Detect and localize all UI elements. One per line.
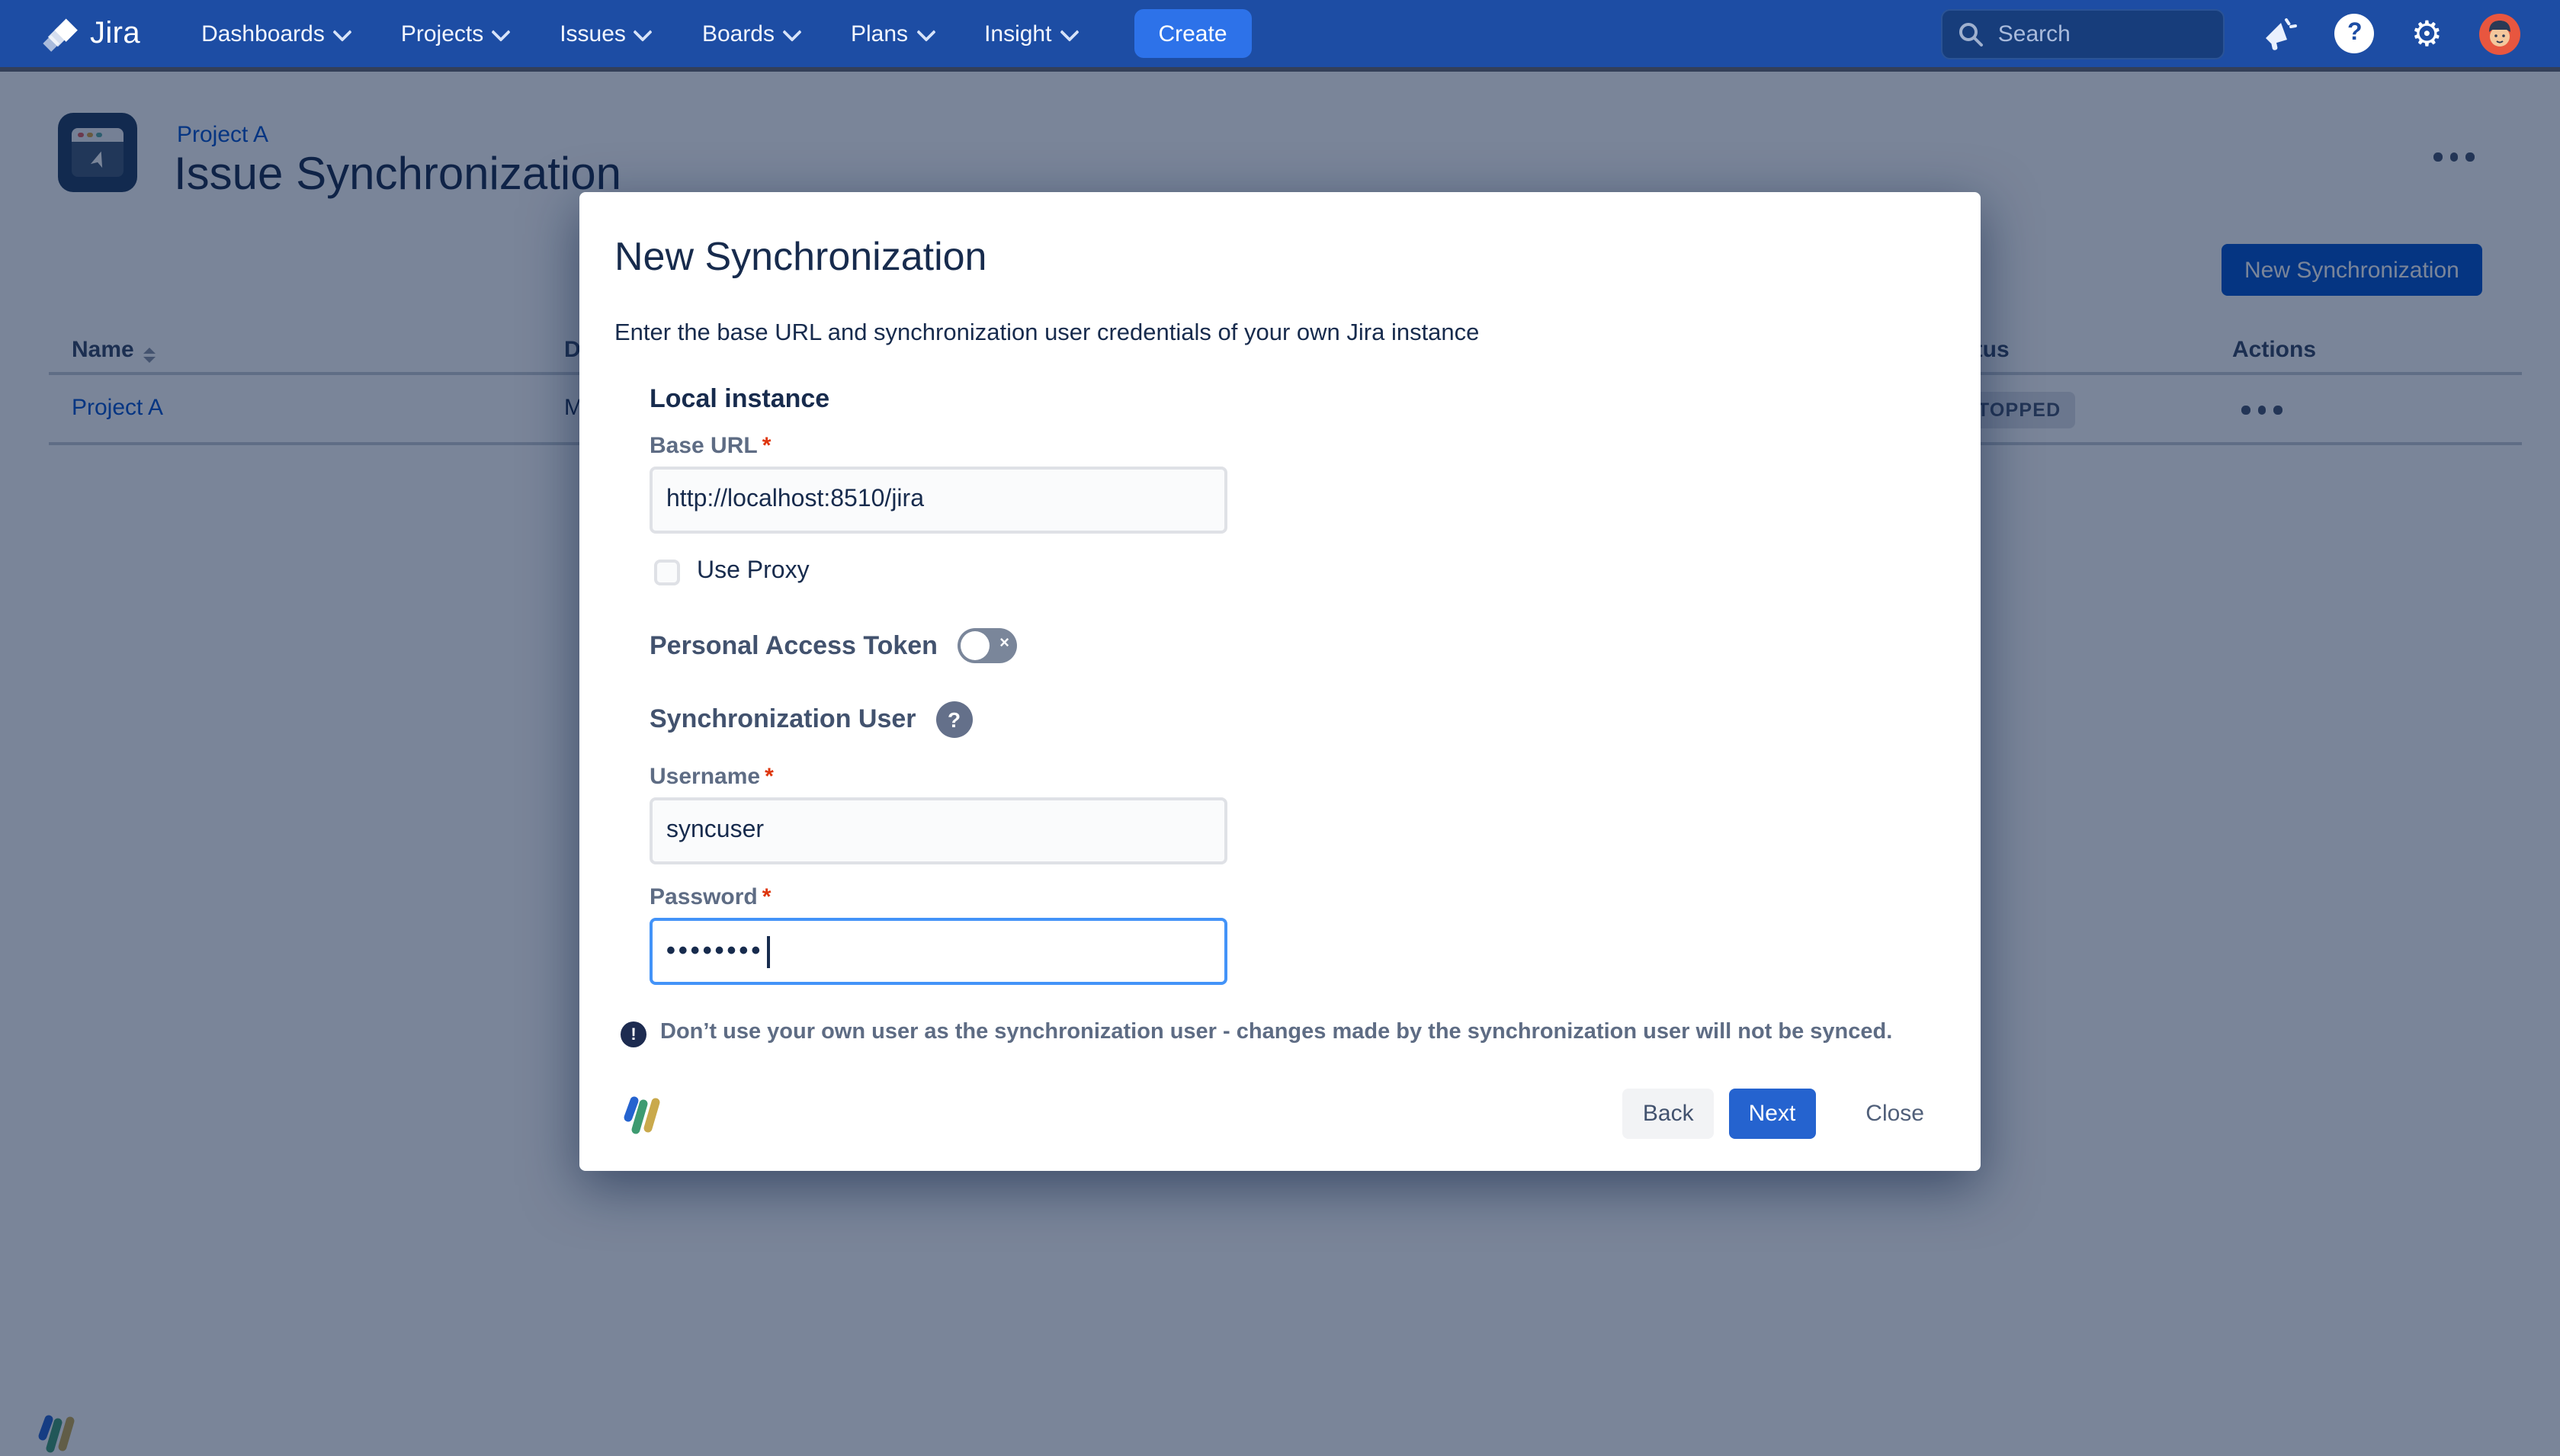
personal-access-token-row: Personal Access Token	[650, 628, 1017, 663]
close-button[interactable]: Close	[1846, 1089, 1944, 1139]
nav-projects[interactable]: Projects	[401, 21, 508, 47]
global-search	[1942, 8, 2225, 59]
jira-logo[interactable]: Jira	[40, 14, 140, 53]
sync-user-help-icon[interactable]	[936, 701, 973, 738]
brand-name: Jira	[90, 16, 140, 51]
required-asterisk: *	[765, 764, 774, 790]
navbar-right-cluster	[1942, 8, 2520, 59]
base-url-label: Base URL*	[650, 433, 771, 459]
warning-icon	[621, 1021, 646, 1047]
use-proxy-label: Use Proxy	[697, 558, 810, 585]
toggle-off-x-icon	[999, 634, 1009, 653]
password-masked-value: ••••••••	[666, 936, 763, 967]
app-vendor-logo	[616, 1091, 662, 1137]
personal-access-token-label: Personal Access Token	[650, 630, 938, 661]
local-instance-heading: Local instance	[650, 384, 829, 415]
navbar-shadow	[0, 67, 2560, 72]
announcement-icon[interactable]	[2262, 15, 2299, 52]
modal-title: New Synchronization	[614, 233, 986, 281]
help-icon[interactable]	[2335, 14, 2375, 53]
warning-text: Don’t use your own user as the synchroni…	[660, 1020, 1892, 1044]
nav-plans[interactable]: Plans	[851, 21, 932, 47]
main-navigation: Dashboards Projects Issues Boards Plans …	[201, 21, 1076, 47]
next-button[interactable]: Next	[1729, 1089, 1816, 1139]
personal-access-token-toggle[interactable]	[958, 628, 1017, 663]
chevron-down-icon	[782, 21, 801, 40]
chevron-down-icon	[491, 21, 510, 40]
back-button[interactable]: Back	[1623, 1089, 1714, 1139]
username-input[interactable]	[650, 797, 1227, 864]
use-proxy-checkbox[interactable]	[654, 559, 680, 585]
modal-subtitle: Enter the base URL and synchronization u…	[614, 320, 1479, 348]
use-proxy-option[interactable]: Use Proxy	[654, 558, 810, 585]
chevron-down-icon	[1060, 21, 1079, 40]
base-url-input[interactable]	[650, 467, 1227, 534]
top-navbar: Jira Dashboards Projects Issues Boards P…	[0, 0, 2560, 67]
required-asterisk: *	[762, 433, 772, 459]
nav-issues[interactable]: Issues	[560, 21, 650, 47]
create-button[interactable]: Create	[1134, 9, 1251, 58]
chevron-down-icon	[634, 21, 653, 40]
nav-boards[interactable]: Boards	[702, 21, 799, 47]
required-asterisk: *	[762, 884, 772, 910]
user-avatar[interactable]	[2479, 13, 2520, 54]
settings-gear-icon[interactable]	[2411, 16, 2443, 51]
search-icon	[1958, 21, 1984, 47]
chevron-down-icon	[332, 21, 351, 40]
nav-insight[interactable]: Insight	[984, 21, 1076, 47]
nav-dashboards[interactable]: Dashboards	[201, 21, 349, 47]
chevron-down-icon	[916, 21, 935, 40]
username-label: Username*	[650, 764, 774, 790]
password-label: Password*	[650, 884, 771, 910]
toggle-knob	[961, 631, 990, 660]
jira-mark-icon	[40, 14, 79, 53]
jira-app-window: Jira Dashboards Projects Issues Boards P…	[0, 0, 2560, 1456]
synchronization-user-row: Synchronization User	[650, 701, 973, 738]
modal-footer: Back Next Close	[616, 1089, 1944, 1139]
password-input[interactable]: ••••••••	[650, 918, 1227, 985]
text-cursor	[766, 935, 769, 967]
search-input[interactable]	[1995, 19, 2199, 48]
warning-message: Don’t use your own user as the synchroni…	[621, 1020, 1932, 1047]
new-synchronization-modal: New Synchronization Enter the base URL a…	[579, 192, 1981, 1171]
synchronization-user-heading: Synchronization User	[650, 704, 916, 735]
